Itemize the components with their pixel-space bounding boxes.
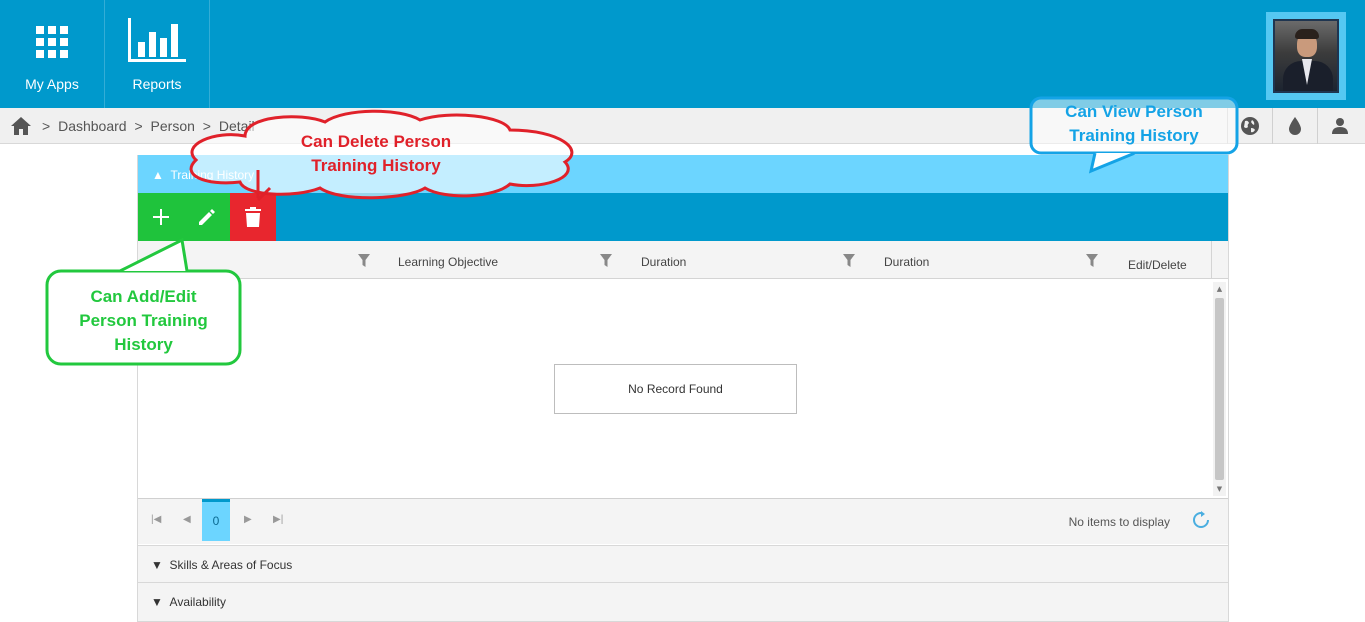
availability-section-header[interactable]: ▼ Availability bbox=[138, 582, 1228, 622]
view-callout-line: Can View Person bbox=[1065, 102, 1203, 121]
home-icon[interactable] bbox=[10, 116, 32, 136]
globe-icon bbox=[1241, 117, 1259, 135]
training-history-title-text: Training History bbox=[170, 168, 255, 182]
breadcrumb-separator: > bbox=[42, 118, 51, 134]
next-page-icon[interactable]: ▶ bbox=[244, 514, 252, 525]
breadcrumb-separator: > bbox=[202, 118, 211, 134]
person-detail-panel: ▲ Training History Title Learning Object… bbox=[137, 155, 1229, 622]
add-edit-callout-line: Person Training bbox=[79, 311, 208, 330]
theme-button[interactable] bbox=[1272, 108, 1317, 144]
column-edit-delete-label: Edit/Delete bbox=[1128, 258, 1187, 272]
avatar-hair bbox=[1295, 29, 1319, 39]
skills-section-title-text: Skills & Areas of Focus bbox=[169, 558, 293, 572]
first-page-icon[interactable]: |◀ bbox=[151, 514, 161, 525]
delete-callout-text: Can Delete Person Training History bbox=[286, 130, 466, 178]
breadcrumb-separator: > bbox=[134, 118, 143, 134]
view-callout-line: Training History bbox=[1069, 126, 1199, 145]
delete-callout-line: Training History bbox=[311, 156, 441, 175]
reports-label: Reports bbox=[132, 76, 182, 92]
filter-icon[interactable] bbox=[600, 254, 612, 268]
filter-icon[interactable] bbox=[1086, 254, 1098, 268]
my-apps-label: My Apps bbox=[25, 76, 79, 92]
current-page[interactable]: 0 bbox=[202, 499, 230, 541]
no-record-message: No Record Found bbox=[554, 364, 797, 414]
delete-callout-line: Can Delete Person bbox=[300, 132, 452, 151]
skills-section-header[interactable]: ▼ Skills & Areas of Focus bbox=[138, 545, 1228, 582]
user-icon bbox=[1332, 118, 1348, 134]
prev-page-icon[interactable]: ◀ bbox=[183, 514, 191, 525]
grid-icon bbox=[36, 26, 68, 58]
vertical-scrollbar[interactable]: ▲ ▼ bbox=[1213, 282, 1226, 496]
add-edit-callout-line: Can Add/Edit bbox=[90, 287, 197, 306]
column-learning-objective-label: Learning Objective bbox=[398, 255, 499, 269]
user-avatar-button[interactable] bbox=[1266, 12, 1346, 100]
column-duration-2[interactable]: Duration bbox=[867, 241, 1110, 279]
view-callout-text: Can View Person Training History bbox=[1036, 100, 1232, 148]
trash-icon bbox=[245, 207, 261, 227]
scroll-thumb[interactable] bbox=[1215, 298, 1224, 480]
pencil-icon bbox=[199, 209, 215, 225]
drop-icon bbox=[1289, 117, 1301, 135]
column-title[interactable]: Title bbox=[138, 241, 381, 279]
add-edit-callout-line: History bbox=[114, 335, 173, 354]
my-apps-tile[interactable]: My Apps bbox=[0, 0, 105, 108]
availability-section-title-text: Availability bbox=[169, 595, 227, 609]
skills-section-title: ▼ Skills & Areas of Focus bbox=[151, 558, 293, 572]
add-edit-callout-text: Can Add/Edit Person Training History bbox=[52, 285, 235, 357]
breadcrumb-item-detail: Detail bbox=[218, 118, 255, 134]
reports-tile[interactable]: Reports bbox=[105, 0, 210, 108]
scroll-down-arrow[interactable]: ▼ bbox=[1213, 482, 1226, 496]
filter-icon[interactable] bbox=[358, 254, 370, 268]
column-edit-delete: Edit/Delete bbox=[1110, 241, 1212, 279]
column-duration[interactable]: Duration bbox=[624, 241, 867, 279]
last-page-icon[interactable]: ▶| bbox=[273, 514, 283, 525]
refresh-icon[interactable] bbox=[1192, 511, 1210, 529]
edit-button[interactable] bbox=[184, 193, 230, 241]
column-duration-label: Duration bbox=[641, 255, 687, 269]
training-toolbar bbox=[138, 193, 1228, 241]
scroll-up-arrow[interactable]: ▲ bbox=[1213, 282, 1226, 296]
breadcrumb-item-dashboard[interactable]: Dashboard bbox=[58, 118, 127, 134]
grid-body: No Record Found ▲ ▼ bbox=[138, 280, 1228, 498]
top-bar: My Apps Reports bbox=[0, 0, 1365, 108]
profile-button[interactable] bbox=[1317, 108, 1362, 144]
delete-button[interactable] bbox=[230, 193, 276, 241]
pager-info: No items to display bbox=[1068, 515, 1170, 529]
column-duration-2-label: Duration bbox=[884, 255, 930, 269]
bar-chart-icon bbox=[128, 18, 186, 62]
grid-pager: |◀ ◀ 0 ▶ ▶| No items to display bbox=[138, 498, 1228, 544]
plus-icon bbox=[153, 209, 169, 225]
column-learning-objective[interactable]: Learning Objective bbox=[381, 241, 624, 279]
filter-icon[interactable] bbox=[843, 254, 855, 268]
column-title-label: Title bbox=[152, 255, 175, 269]
breadcrumb-item-person[interactable]: Person bbox=[151, 118, 195, 134]
training-history-title: ▲ Training History bbox=[152, 168, 255, 182]
availability-section-title: ▼ Availability bbox=[151, 595, 227, 609]
avatar bbox=[1273, 19, 1339, 93]
add-button[interactable] bbox=[138, 193, 184, 241]
globe-button[interactable] bbox=[1227, 108, 1272, 144]
grid-header: Title Learning Objective Duration Durati… bbox=[138, 241, 1228, 279]
breadcrumb: > Dashboard > Person > Detail bbox=[42, 118, 259, 134]
